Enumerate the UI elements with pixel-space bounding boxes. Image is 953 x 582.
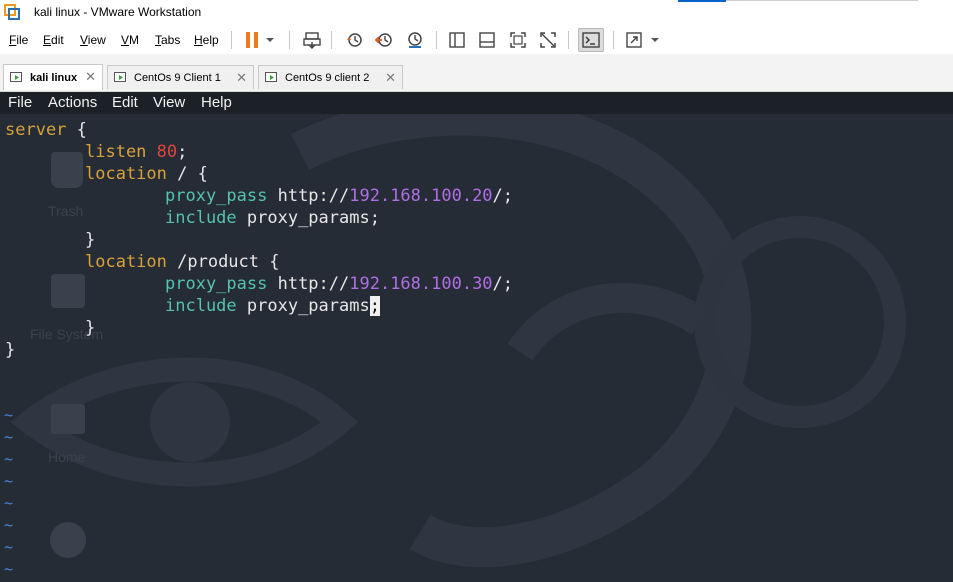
window-titlebar: kali linux - VMware Workstation bbox=[0, 0, 953, 26]
code-line-5: include proxy_params; bbox=[165, 208, 380, 228]
code-line-4: proxy_pass http://192.168.100.20/; bbox=[165, 186, 514, 206]
vmware-logo-icon bbox=[4, 4, 20, 20]
menu-vm[interactable]: VM bbox=[121, 33, 139, 47]
terminal-menu-actions[interactable]: Actions bbox=[48, 94, 97, 111]
snapshot-icon[interactable] bbox=[343, 29, 365, 51]
tab-centos-client-2[interactable]: CentOs 9 client 2 ✕ bbox=[258, 65, 403, 89]
menu-edit[interactable]: Edit bbox=[43, 33, 64, 47]
close-icon[interactable]: ✕ bbox=[236, 70, 247, 86]
console-view-icon[interactable] bbox=[578, 28, 604, 52]
vm-running-icon bbox=[265, 71, 277, 82]
code-line-11: } bbox=[5, 340, 16, 360]
code-line-1: server { bbox=[5, 120, 87, 140]
guest-display[interactable]: Trash File System Home File Actions Edit… bbox=[0, 92, 953, 582]
terminal-menubar: File Actions Edit View Help bbox=[0, 92, 953, 114]
menu-tabs[interactable]: Tabs bbox=[155, 33, 180, 47]
send-ctrl-alt-del-icon[interactable] bbox=[301, 29, 323, 51]
toolbar-separator bbox=[613, 31, 614, 49]
toolbar-separator bbox=[231, 31, 232, 49]
empty-line-marker: ~ bbox=[4, 560, 14, 578]
titlebar-divider bbox=[726, 0, 918, 1]
terminal-menu-edit[interactable]: Edit bbox=[112, 94, 138, 111]
empty-line-marker: ~ bbox=[4, 538, 14, 556]
tab-label: CentOs 9 Client 1 bbox=[134, 71, 221, 84]
revert-snapshot-icon[interactable] bbox=[373, 29, 395, 51]
empty-line-marker: ~ bbox=[4, 494, 14, 512]
disc-icon bbox=[50, 522, 86, 558]
vm-running-icon bbox=[114, 71, 126, 82]
stretch-guest-icon[interactable] bbox=[623, 29, 645, 51]
empty-line-marker: ~ bbox=[4, 472, 14, 490]
terminal-menu-file[interactable]: File bbox=[8, 94, 32, 111]
drive-icon bbox=[51, 274, 85, 308]
titlebar-accent bbox=[678, 0, 726, 2]
empty-line-marker: ~ bbox=[4, 516, 14, 534]
home-folder-icon bbox=[51, 404, 85, 434]
close-icon[interactable]: ✕ bbox=[385, 70, 396, 86]
pause-icon[interactable] bbox=[241, 29, 263, 51]
desktop-label-trash: Trash bbox=[48, 203, 84, 219]
tab-kali-linux[interactable]: kali linux ✕ bbox=[3, 64, 103, 90]
toolbar-separator bbox=[568, 31, 569, 49]
code-line-2: listen 80; bbox=[85, 142, 188, 162]
toolbar-separator bbox=[436, 31, 437, 49]
window-title: kali linux - VMware Workstation bbox=[34, 5, 202, 19]
dropdown-arrow-icon[interactable] bbox=[263, 29, 277, 51]
toolbar-separator bbox=[289, 31, 290, 49]
desktop-label-home: Home bbox=[48, 449, 86, 465]
dropdown-arrow-icon[interactable] bbox=[648, 29, 662, 51]
trash-icon bbox=[51, 152, 83, 188]
tab-label: kali linux bbox=[30, 71, 78, 84]
terminal-menu-view[interactable]: View bbox=[153, 94, 185, 111]
full-screen-icon[interactable] bbox=[507, 29, 529, 51]
unity-icon[interactable] bbox=[537, 29, 559, 51]
vmware-menubar: File Edit View VM Tabs Help bbox=[0, 26, 953, 54]
empty-line-marker: ~ bbox=[4, 406, 14, 424]
code-line-3: location / { bbox=[85, 164, 208, 184]
tab-centos-client-1[interactable]: CentOs 9 Client 1 ✕ bbox=[107, 65, 254, 89]
terminal-menu-help[interactable]: Help bbox=[201, 94, 232, 111]
empty-line-marker: ~ bbox=[4, 428, 14, 446]
menu-view[interactable]: View bbox=[80, 33, 106, 47]
code-line-8: proxy_pass http://192.168.100.30/; bbox=[165, 274, 514, 294]
toolbar-separator bbox=[331, 31, 332, 49]
menu-file[interactable]: File bbox=[9, 33, 28, 47]
snapshot-manager-icon[interactable] bbox=[404, 29, 426, 51]
thumbnail-bar-icon[interactable] bbox=[476, 29, 498, 51]
show-library-icon[interactable] bbox=[446, 29, 468, 51]
empty-line-marker: ~ bbox=[4, 450, 14, 468]
tab-label: CentOs 9 client 2 bbox=[285, 71, 370, 84]
code-line-6: } bbox=[85, 230, 96, 250]
menu-help[interactable]: Help bbox=[194, 33, 219, 47]
code-line-9: include proxy_params; bbox=[165, 296, 380, 316]
vm-tab-bar: kali linux ✕ CentOs 9 Client 1 ✕ CentOs … bbox=[0, 54, 953, 92]
close-icon[interactable]: ✕ bbox=[85, 69, 96, 85]
code-line-10: } bbox=[85, 318, 96, 338]
text-cursor: ; bbox=[369, 296, 380, 316]
vm-running-icon bbox=[10, 71, 22, 82]
code-line-7: location /product { bbox=[85, 252, 280, 272]
